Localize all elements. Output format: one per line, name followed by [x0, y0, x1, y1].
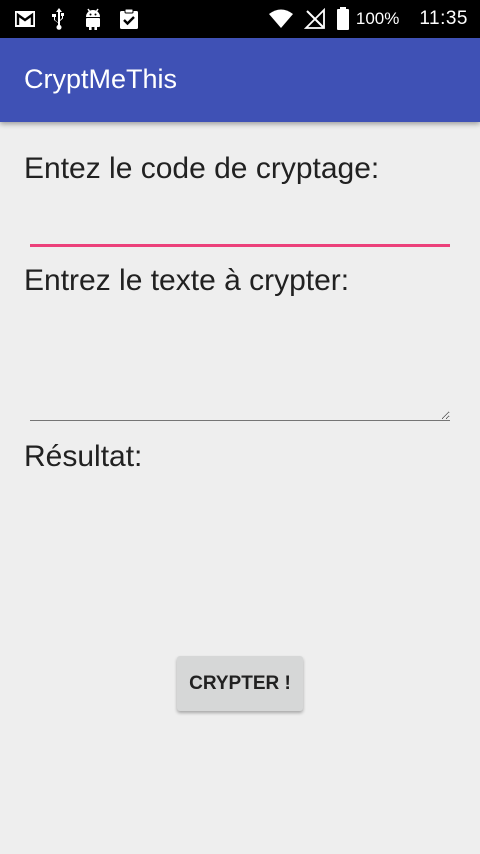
app-bar: CryptMeThis	[0, 38, 480, 122]
text-label: Entrez le texte à crypter:	[24, 264, 350, 297]
gmail-icon	[15, 11, 35, 27]
notification-icons	[14, 6, 140, 32]
result-value	[24, 480, 454, 510]
code-label: Entez le code de cryptage:	[24, 152, 380, 185]
status-bar: 100% 11:35	[0, 0, 480, 38]
wifi-icon	[268, 9, 293, 28]
battery-icon	[336, 7, 349, 30]
crypt-button[interactable]: CRYPTER !	[177, 656, 303, 711]
android-debug-icon	[86, 8, 100, 30]
status-clock: 11:35	[419, 8, 468, 29]
code-input[interactable]	[30, 196, 450, 247]
no-signal-icon	[303, 8, 325, 29]
result-label: Résultat:	[24, 440, 143, 473]
text-input[interactable]	[30, 310, 450, 421]
clipboard-check-icon	[120, 8, 138, 29]
battery-percentage: 100%	[355, 9, 400, 28]
system-status: 100% 11:35	[268, 0, 468, 38]
usb-icon	[52, 8, 64, 30]
app-title: CryptMeThis	[24, 64, 178, 94]
